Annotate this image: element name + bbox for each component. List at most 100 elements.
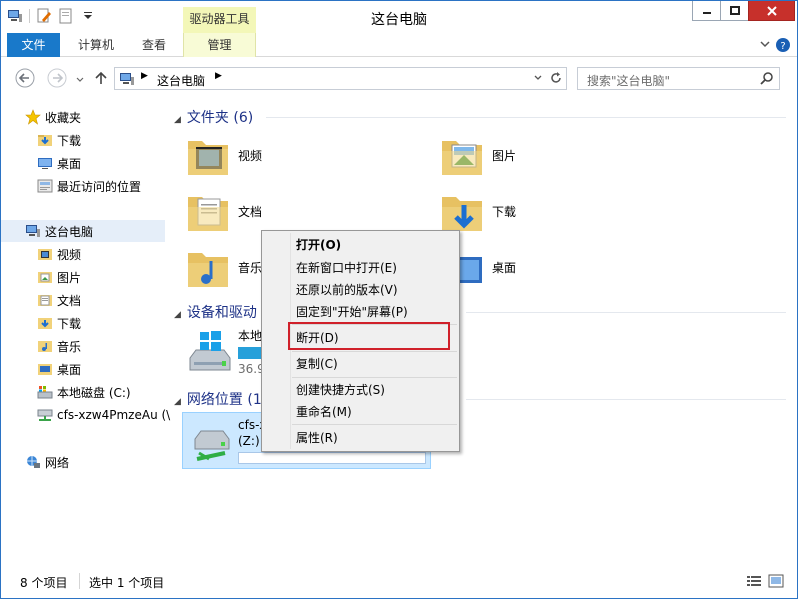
minimize-button[interactable] <box>692 1 721 21</box>
group-divider <box>466 312 786 313</box>
network-drive-icon <box>194 430 230 461</box>
maximize-icon <box>729 5 740 15</box>
breadcrumb-separator-icon[interactable]: ▶ <box>215 71 222 81</box>
nav-item-label: 桌面 <box>57 156 82 171</box>
customize-qat-icon[interactable] <box>80 8 96 24</box>
details-view-button[interactable] <box>746 574 762 591</box>
folder-label: 音乐 <box>238 260 263 275</box>
large-icons-view-button[interactable] <box>768 574 784 591</box>
collapse-icon: ◢ <box>174 115 181 125</box>
collapse-icon: ◢ <box>174 310 181 320</box>
folder-tile-videos[interactable]: 视频 <box>186 131 262 179</box>
folder-tile-pictures[interactable]: 图片 <box>440 131 516 179</box>
menu-separator <box>292 377 457 378</box>
expand-ribbon-button[interactable] <box>759 37 771 51</box>
status-bar: 8 个项目 选中 1 个项目 <box>1 571 797 599</box>
window-title: 这台电脑 <box>371 12 427 28</box>
search-input[interactable]: 搜索"这台电脑" <box>577 67 780 90</box>
nav-favorites[interactable]: 收藏夹 <box>1 106 165 128</box>
network-drive-letter: (Z:) <box>238 434 260 448</box>
breadcrumb-this-pc[interactable]: 这台电脑 <box>157 72 205 89</box>
address-row: ▶ 这台电脑 ▶ 搜索"这台电脑" <box>1 57 797 99</box>
refresh-button[interactable] <box>549 71 563 88</box>
network-drive-icon <box>37 409 53 421</box>
group-divider <box>466 399 786 400</box>
nav-fav-downloads[interactable]: 下载 <box>1 129 165 151</box>
forward-arrow-icon <box>47 68 67 88</box>
folder-tile-downloads[interactable]: 下载 <box>440 187 516 235</box>
nav-favorites-label: 收藏夹 <box>45 110 82 125</box>
network-group-header[interactable]: ◢ 网络位置 (1 <box>174 389 262 409</box>
videos-folder-icon <box>38 249 52 260</box>
search-icon[interactable] <box>760 71 774 88</box>
new-folder-icon[interactable] <box>58 8 74 24</box>
tab-manage[interactable]: 管理 <box>183 33 256 57</box>
disconnect-highlight-box <box>288 322 450 350</box>
folder-label: 文档 <box>238 204 263 219</box>
up-button[interactable] <box>91 68 111 88</box>
nav-fav-recent[interactable]: 最近访问的位置 <box>1 175 165 197</box>
address-bar[interactable]: ▶ 这台电脑 ▶ <box>114 67 567 90</box>
tab-view[interactable]: 查看 <box>129 33 179 57</box>
recent-locations-button[interactable] <box>75 74 85 84</box>
close-button[interactable] <box>748 1 795 21</box>
nav-fav-desktop[interactable]: 桌面 <box>1 152 165 174</box>
nav-pc-local-disk[interactable]: 本地磁盘 (C:) <box>1 381 165 403</box>
nav-network[interactable]: 网络 <box>1 451 165 473</box>
desktop-icon <box>38 158 52 169</box>
downloads-folder-icon <box>38 318 52 329</box>
breadcrumb-separator-icon[interactable]: ▶ <box>141 71 148 81</box>
downloads-folder-icon <box>38 135 52 146</box>
tab-file[interactable]: 文件 <box>7 33 60 57</box>
folders-group-header[interactable]: ◢ 文件夹 (6) <box>174 107 253 127</box>
nav-this-pc-label: 这台电脑 <box>45 224 94 239</box>
nav-pc-desktop[interactable]: 桌面 <box>1 358 165 380</box>
documents-folder-icon <box>188 197 228 231</box>
title-bar: 驱动器工具 这台电脑 <box>1 1 797 33</box>
nav-pc-pictures[interactable]: 图片 <box>1 266 165 288</box>
maximize-button[interactable] <box>720 1 749 21</box>
forward-button[interactable] <box>47 68 67 88</box>
nav-network-label: 网络 <box>45 455 70 470</box>
nav-this-pc[interactable]: 这台电脑 <box>1 220 165 242</box>
nav-item-label: 桌面 <box>57 362 82 377</box>
nav-pc-downloads[interactable]: 下载 <box>1 312 165 334</box>
nav-pc-documents[interactable]: 文档 <box>1 289 165 311</box>
help-button[interactable]: ? <box>775 37 791 53</box>
back-button[interactable] <box>15 68 35 88</box>
computer-icon[interactable] <box>7 8 23 24</box>
tab-computer[interactable]: 计算机 <box>63 33 129 57</box>
selected-count: 选中 1 个项目 <box>89 576 165 590</box>
menu-item-restore-previous[interactable]: 还原以前的版本(V) <box>296 280 398 300</box>
menu-item-properties[interactable]: 属性(R) <box>296 428 338 448</box>
menu-item-copy[interactable]: 复制(C) <box>296 354 338 374</box>
drive-icon <box>37 386 53 399</box>
menu-item-open[interactable]: 打开(O) <box>296 235 341 255</box>
folder-tile-documents[interactable]: 文档 <box>186 187 262 235</box>
nav-item-label: cfs-xzw4PmzeAu (\ <box>57 408 171 422</box>
menu-item-open-new-window[interactable]: 在新窗口中打开(E) <box>296 258 397 278</box>
address-history-button[interactable] <box>533 72 543 87</box>
folder-label: 视频 <box>238 148 263 163</box>
folder-label: 下载 <box>492 204 517 219</box>
menu-item-pin-to-start[interactable]: 固定到"开始"屏幕(P) <box>296 302 408 322</box>
music-folder-icon <box>188 253 228 287</box>
back-arrow-icon <box>15 68 35 88</box>
downloads-folder-icon <box>442 197 482 231</box>
status-divider <box>79 573 80 589</box>
quick-access-toolbar <box>7 8 96 24</box>
menu-item-create-shortcut[interactable]: 创建快捷方式(S) <box>296 380 385 400</box>
details-view-icon <box>747 576 761 586</box>
menu-item-rename[interactable]: 重命名(M) <box>296 402 352 422</box>
nav-pc-network-drive[interactable]: cfs-xzw4PmzeAu (\ <box>1 404 170 426</box>
nav-pc-videos[interactable]: 视频 <box>1 243 165 265</box>
chevron-down-icon <box>534 75 542 80</box>
properties-icon[interactable] <box>36 8 52 24</box>
local-disk-tile[interactable]: 本地 36.9 <box>186 327 268 376</box>
pictures-folder-icon <box>442 141 482 175</box>
folder-tile-music[interactable]: 音乐 <box>186 243 262 291</box>
nav-pc-music[interactable]: 音乐 <box>1 335 165 357</box>
devices-group-header[interactable]: ◢ 设备和驱动 <box>174 302 257 322</box>
nav-item-label: 文档 <box>57 293 82 308</box>
network-icon <box>27 456 40 468</box>
